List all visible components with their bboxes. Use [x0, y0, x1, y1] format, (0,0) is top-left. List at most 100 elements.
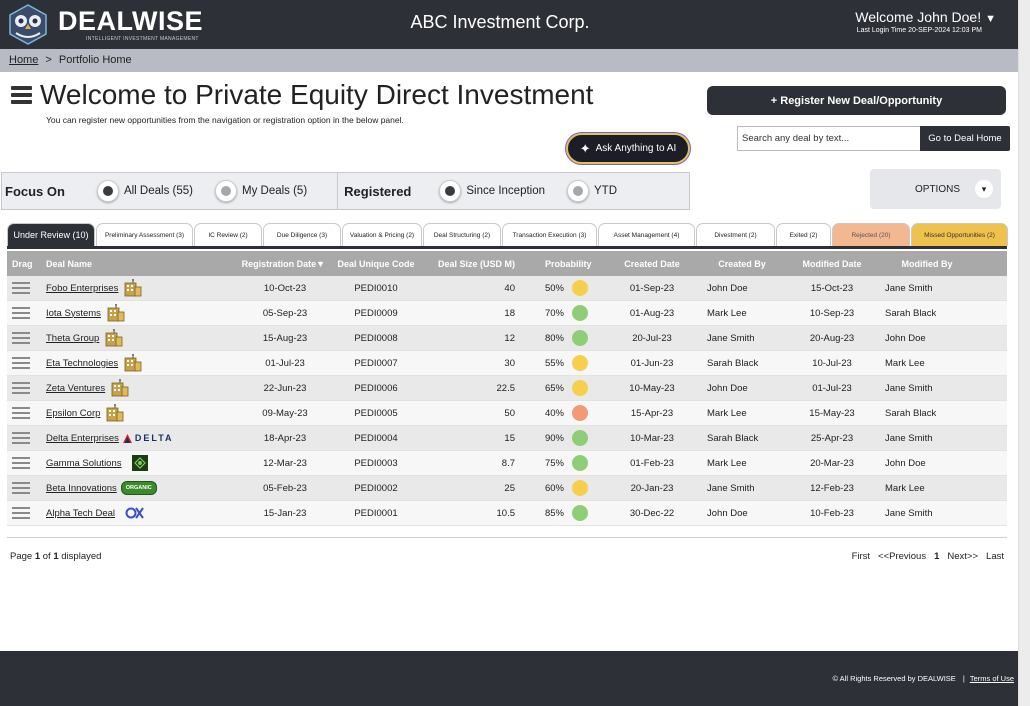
col-modified-by[interactable]: Modified By	[877, 259, 977, 269]
drag-handle[interactable]	[7, 329, 46, 347]
radio-unselected-icon	[214, 180, 237, 202]
deal-name-link[interactable]: Alpha Tech Deal	[46, 508, 115, 519]
ask-ai-button[interactable]: ✦ Ask Anything to AI	[566, 133, 690, 164]
tab-missed-opportunities[interactable]: Missed Opportunities (2)	[911, 223, 1008, 246]
col-modified-date[interactable]: Modified Date	[787, 259, 877, 269]
radio-my-deals[interactable]: My Deals (5)	[214, 180, 307, 202]
deal-search-input[interactable]: Search any deal by text...	[737, 126, 922, 151]
previous-page-link[interactable]: <<Previous	[878, 551, 926, 562]
table-row[interactable]: Eta Technologies 01-Jul-23 PEDI0007 30 55% 01…	[7, 351, 1007, 376]
drag-handle[interactable]	[7, 304, 46, 322]
deal-name-link[interactable]: Beta Innovations	[46, 483, 117, 494]
table-row[interactable]: Zeta Ventures 22-Jun-23 PEDI0006 22.5 65% 10-…	[7, 376, 1007, 401]
created-by-cell: John Doe	[707, 382, 748, 394]
drag-handle[interactable]	[7, 279, 46, 297]
drag-handle[interactable]	[7, 354, 46, 372]
table-row[interactable]: Theta Group 15-Aug-23 PEDI0008 12 80% 20-Jul-…	[7, 326, 1007, 351]
created-date-cell: 01-Feb-23	[630, 457, 674, 469]
sparkle-icon: ✦	[579, 140, 591, 156]
tab-transaction-execution[interactable]: Transaction Execution (3)	[502, 223, 597, 246]
deal-name-link[interactable]: Eta Technologies	[46, 358, 118, 369]
deal-code-cell: PEDI0004	[354, 432, 398, 444]
tab-under-review[interactable]: Under Review (10)	[7, 223, 95, 246]
tab-divestment[interactable]: Divestment (2)	[696, 223, 775, 246]
deal-name-link[interactable]: Fobo Enterprises	[46, 283, 118, 294]
deal-name-link[interactable]: Epsilon Corp	[46, 408, 100, 419]
tab-valuation-pricing[interactable]: Valuation & Pricing (2)	[342, 223, 422, 246]
hamburger-menu-icon[interactable]	[11, 86, 32, 104]
register-deal-button[interactable]: + Register New Deal/Opportunity	[707, 86, 1006, 115]
building-icon	[109, 379, 129, 397]
created-date-cell: 01-Jun-23	[630, 357, 674, 369]
drag-handle[interactable]	[7, 429, 46, 447]
page-subtitle: You can register new opportunities from …	[46, 115, 404, 125]
deal-name-cell: Epsilon Corp	[46, 404, 245, 422]
breadcrumb-home-link[interactable]: Home	[9, 54, 38, 66]
col-deal-size[interactable]: Deal Size (USD M)	[427, 259, 515, 269]
table-row[interactable]: Epsilon Corp 09-May-23 PEDI0005 50 40% 15-Apr…	[7, 401, 1007, 426]
tab-asset-management[interactable]: Asset Management (4)	[598, 223, 695, 246]
deal-size-cell: 22.5	[496, 382, 516, 394]
table-body: Fobo Enterprises 10-Oct-23 PEDI0010 40 50% 01…	[7, 276, 1007, 526]
table-row[interactable]: Beta Innovations ORGANIC 05-Feb-23 PEDI0002…	[7, 476, 1007, 501]
ox-logo	[125, 506, 145, 520]
radio-ytd[interactable]: YTD	[567, 180, 617, 202]
modified-by-cell: Mark Lee	[885, 482, 925, 494]
breadcrumb-separator: >	[45, 54, 52, 66]
probability-status-dot	[572, 430, 588, 446]
scrollbar[interactable]	[1018, 0, 1030, 706]
options-button[interactable]: OPTIONS ▾	[870, 169, 1001, 209]
drag-handle[interactable]	[7, 379, 46, 397]
col-created-by[interactable]: Created By	[697, 259, 787, 269]
col-deal-code[interactable]: Deal Unique Code	[325, 259, 427, 269]
last-page-link[interactable]: Last	[986, 551, 1004, 562]
caret-down-icon[interactable]: ▼	[985, 13, 996, 25]
radio-since-inception[interactable]: Since Inception	[439, 180, 545, 202]
next-page-link[interactable]: Next>>	[947, 551, 978, 562]
radio-ytd-label: YTD	[594, 185, 618, 197]
radio-all-deals[interactable]: All Deals (55)	[96, 180, 193, 202]
probability-cell: 50%	[515, 280, 607, 296]
table-row[interactable]: Alpha Tech Deal 15-Jan-23 PEDI0001 10.5 85% 3…	[7, 501, 1007, 526]
drag-handle[interactable]	[7, 504, 46, 522]
deal-size-cell: 25	[504, 482, 515, 494]
drag-handle[interactable]	[7, 479, 46, 497]
table-row[interactable]: Fobo Enterprises 10-Oct-23 PEDI0010 40 50% 01…	[7, 276, 1007, 301]
tab-exited[interactable]: Exited (2)	[776, 223, 831, 246]
modified-date-cell: 01-Jul-23	[812, 382, 852, 394]
modified-by-cell: Sarah Black	[885, 407, 937, 419]
created-by-cell: Jane Smith	[707, 482, 755, 494]
tab-due-diligence[interactable]: Due Diligence (3)	[263, 223, 341, 246]
col-deal-name[interactable]: Deal Name	[46, 259, 207, 269]
deal-name-link[interactable]: Delta Enterprises	[46, 433, 119, 444]
probability-cell: 60%	[515, 480, 607, 496]
deal-name-cell: Alpha Tech Deal	[46, 506, 245, 520]
terms-of-use-link[interactable]: Terms of Use	[970, 674, 1014, 683]
table-row[interactable]: Gamma Solutions 12-Mar-23 PEDI0003 8.7 75% 01…	[7, 451, 1007, 476]
table-row[interactable]: Delta Enterprises DELTA 18-Apr-23 PEDI0004 1…	[7, 426, 1007, 451]
deal-name-link[interactable]: Zeta Ventures	[46, 383, 105, 394]
table-row[interactable]: Iota Systems 05-Sep-23 PEDI0009 18 70% 01-Aug…	[7, 301, 1007, 326]
col-registration-date[interactable]: Registration Date▼	[207, 259, 325, 269]
probability-value: 90%	[544, 432, 564, 444]
registration-date-cell: 18-Apr-23	[263, 432, 307, 444]
deal-name-link[interactable]: Iota Systems	[46, 308, 101, 319]
col-created-date[interactable]: Created Date	[607, 259, 697, 269]
deal-name-cell: Iota Systems	[46, 304, 245, 322]
deal-name-link[interactable]: Theta Group	[46, 333, 99, 344]
tab-preliminary-assessment[interactable]: Preliminary Assessment (3)	[96, 223, 193, 246]
go-to-deal-home-button[interactable]: Go to Deal Home	[920, 126, 1010, 151]
tab-ic-review[interactable]: IC Review (2)	[194, 223, 262, 246]
registration-date-cell: 01-Jul-23	[265, 357, 305, 369]
created-date-cell: 20-Jan-23	[630, 482, 674, 494]
modified-date-cell: 10-Sep-23	[809, 307, 855, 319]
drag-handle[interactable]	[7, 404, 46, 422]
created-by-cell: John Doe	[707, 507, 748, 519]
deal-name-link[interactable]: Gamma Solutions	[46, 458, 122, 469]
drag-handle[interactable]	[7, 454, 46, 472]
tab-rejected[interactable]: Rejected (20)	[832, 223, 910, 246]
user-menu[interactable]: Welcome John Doe! ▼ Last Login Time 20-SE…	[855, 9, 996, 34]
col-probability[interactable]: Probability	[515, 259, 607, 269]
first-page-link[interactable]: First	[852, 551, 870, 562]
tab-deal-structuring[interactable]: Deal Structuring (2)	[423, 223, 501, 246]
